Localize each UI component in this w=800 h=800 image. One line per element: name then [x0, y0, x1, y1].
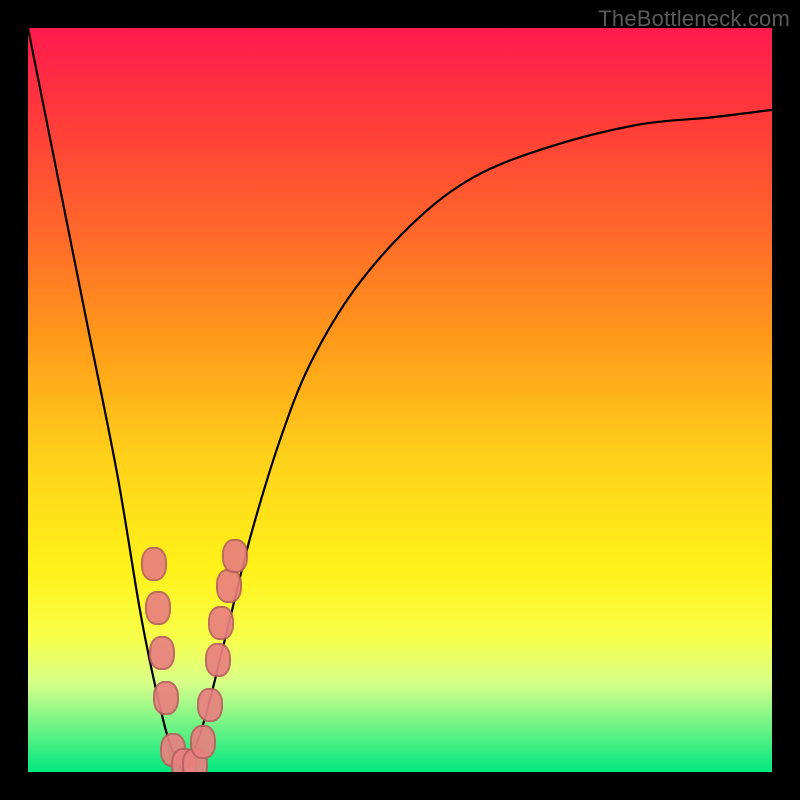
bottleneck-curve [28, 28, 772, 772]
data-marker [216, 569, 242, 603]
data-marker [145, 591, 171, 625]
chart-frame: TheBottleneck.com [0, 0, 800, 800]
data-marker [208, 606, 234, 640]
data-marker [153, 681, 179, 715]
data-marker [149, 636, 175, 670]
data-marker [197, 688, 223, 722]
data-marker [190, 725, 216, 759]
data-marker [222, 539, 248, 573]
data-marker [141, 547, 167, 581]
plot-area [28, 28, 772, 772]
data-marker [205, 643, 231, 677]
watermark-text: TheBottleneck.com [598, 6, 790, 32]
